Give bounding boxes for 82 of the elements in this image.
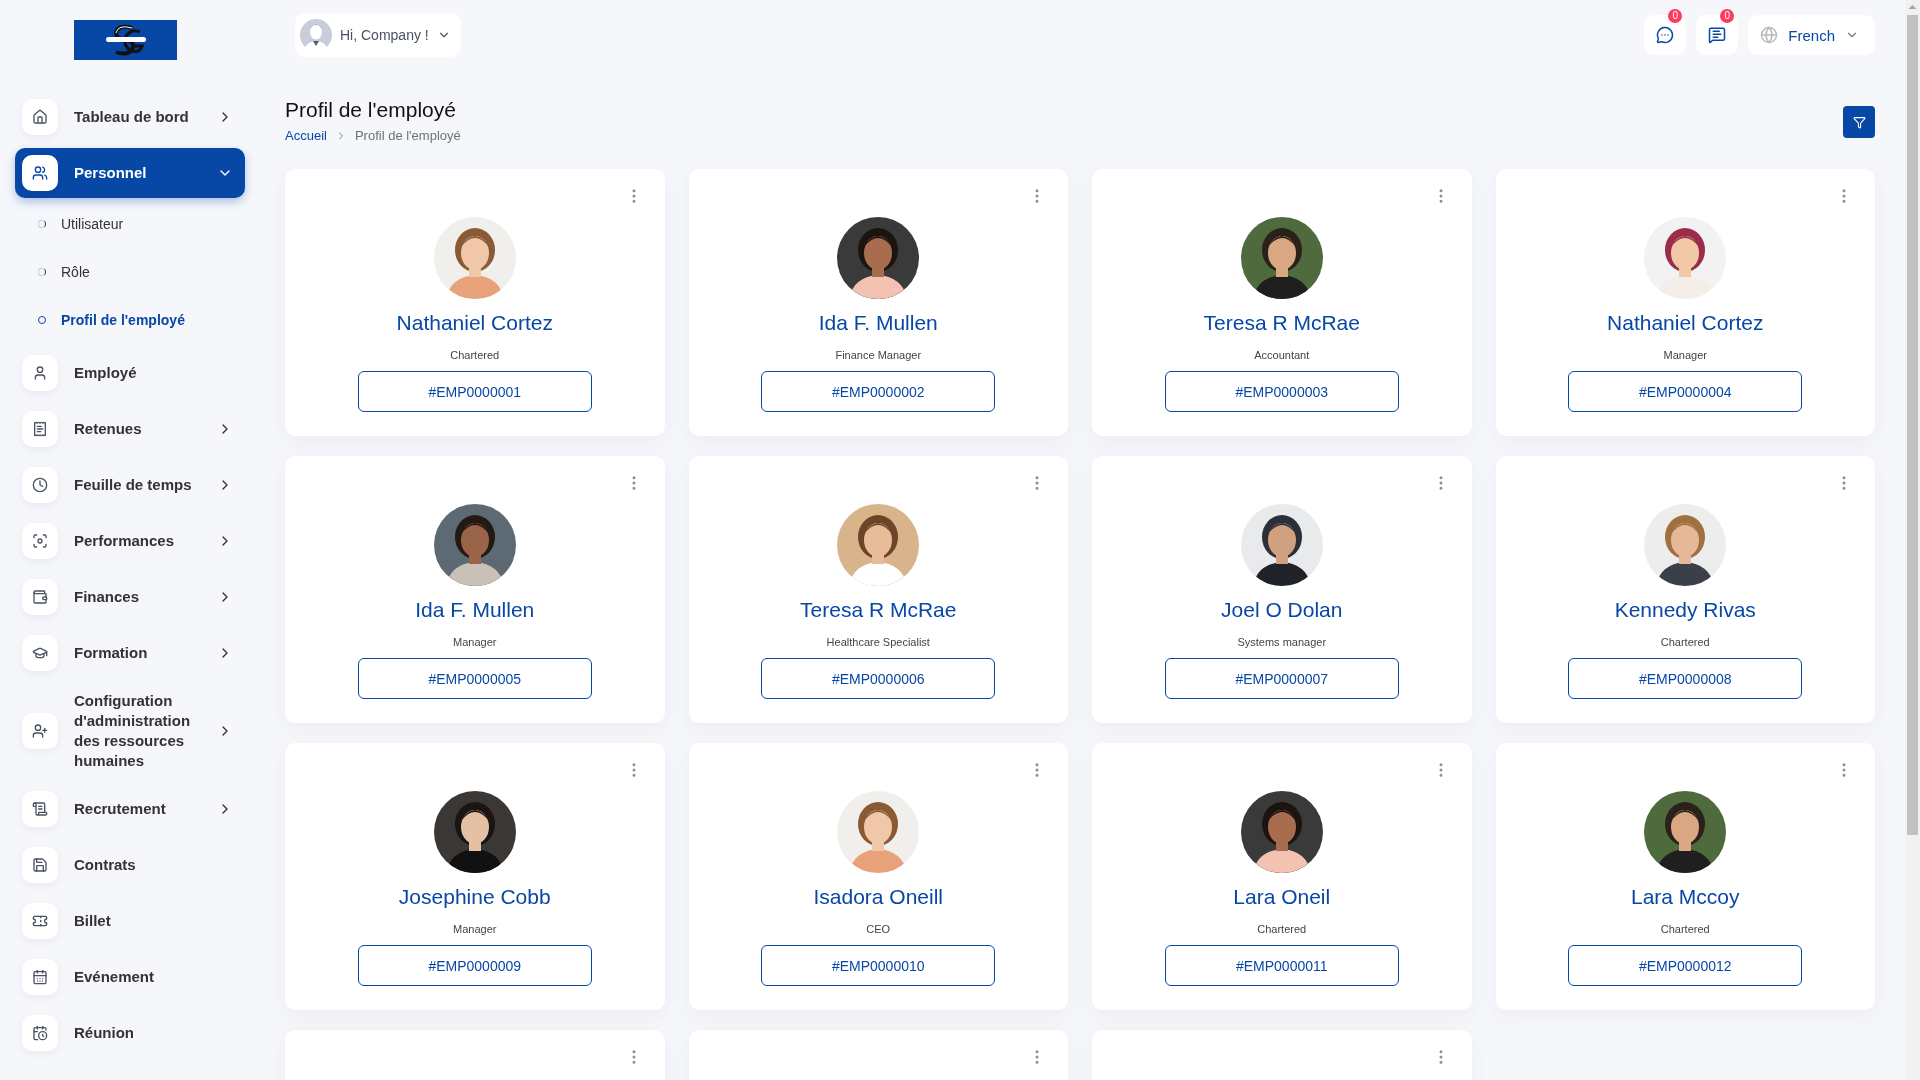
calendar-icon [32,969,48,985]
home-icon [32,109,48,125]
count-badge: 0 [1720,9,1735,23]
users-icon [32,165,48,181]
sidebar-item[interactable]: Réunion [15,1008,245,1058]
employee-id-button[interactable]: #EMP0000008 [1568,658,1803,699]
employee-name: Kennedy Rivas [1614,598,1756,622]
sidebar-item[interactable]: Employé [15,348,245,398]
sidebar-item[interactable]: Billet [15,896,245,946]
scroll-thumb[interactable] [1907,15,1918,835]
page-title: Profil de l'employé [285,98,457,122]
employee-role: Healthcare Specialist [826,636,930,648]
sidebar-item[interactable]: Recrutement [15,784,245,834]
scrollbar[interactable] [1905,0,1920,1080]
employee-name: Lara Oneil [1233,885,1331,909]
sidebar-item[interactable]: Tableau de bord [15,92,245,142]
employee-name: Lara Mccoy [1630,885,1740,909]
employee-id-button[interactable]: #EMP0000004 [1568,371,1803,412]
employee-id-button[interactable]: #EMP0000001 [357,371,592,412]
employee-name: Ida F. Mullen [415,598,535,622]
employee-id-button[interactable]: #EMP0000009 [357,945,592,986]
employee-role: Chartered [450,349,500,361]
wallet-icon [32,589,48,605]
submenu-item[interactable]: Utilisateur [15,204,245,244]
employee-name: Teresa R McRae [800,598,957,622]
employee-id-button[interactable]: #EMP0000006 [761,658,996,699]
employee-role: CEO [866,923,891,935]
employee-id-button[interactable]: #EMP0000011 [1164,945,1399,986]
employee-role: Finance Manager [835,349,922,361]
employee-role: Chartered [1660,636,1710,648]
receipt-icon [32,421,48,437]
calendar-clock-icon [32,1025,48,1041]
employee-role: Accountant [1254,349,1310,361]
save-icon [32,857,48,873]
employee-role: Manager [453,923,497,935]
user-icon [32,365,48,381]
chat-icon [1656,26,1675,44]
employee-id-button[interactable]: #EMP0000007 [1164,658,1399,699]
employee-id-button[interactable]: #EMP0000003 [1164,371,1399,412]
employee-role: Manager [453,636,497,648]
graduation-cap-icon [32,645,48,661]
breadcrumb-link[interactable]: Accueil [285,128,327,143]
sidebar-item[interactable]: Finances [15,572,245,622]
sidebar-item[interactable]: Evénement [15,952,245,1002]
sidebar-item[interactable]: Personnel [15,148,245,198]
employee-name: Teresa R McRae [1203,311,1360,335]
ticket-icon [32,913,48,929]
user-plus-icon [32,723,48,739]
sidebar-item[interactable]: Formation [15,628,245,678]
count-badge: 0 [1668,9,1683,23]
scroll-icon [32,801,48,817]
employee-name: Josephine Cobb [398,885,551,909]
submenu-item[interactable]: Profil de l'employé [15,300,245,340]
employee-name: Joel O Dolan [1221,598,1343,622]
employee-id-button[interactable]: #EMP0000005 [357,658,592,699]
employee-role: Manager [1663,349,1707,361]
employee-name: Isadora Oneill [813,885,944,909]
globe-icon [1760,26,1779,44]
sidebar-item[interactable]: Performances [15,516,245,566]
employee-role: Chartered [1257,923,1307,935]
sidebar-item[interactable]: Contrats [15,840,245,890]
filter-button[interactable] [1843,106,1875,138]
employee-id-button[interactable]: #EMP0000002 [761,371,996,412]
focus-icon [32,533,48,549]
employee-id-button[interactable]: #EMP0000012 [1568,945,1803,986]
clock-icon [32,477,48,493]
employee-role: Chartered [1660,923,1710,935]
employee-name: Ida F. Mullen [818,311,938,335]
sidebar-item[interactable]: Retenues [15,404,245,454]
submenu-item[interactable]: Rôle [15,252,245,292]
user-avatar [300,19,332,51]
employee-id-button[interactable]: #EMP0000010 [761,945,996,986]
filter-icon [1852,115,1866,129]
message-icon [1708,26,1727,44]
language-select[interactable]: French [1748,15,1875,55]
employee-name: Nathaniel Cortez [1607,311,1764,335]
employee-role: Systems manager [1237,636,1327,648]
breadcrumb-current: Profil de l'employé [354,128,461,143]
user-menu[interactable]: Hi, Company ! [295,13,461,57]
sidebar-item[interactable]: Feuille de temps [15,460,245,510]
sidebar-item[interactable]: Configuration d'administration des ressources humaines [15,684,245,778]
employee-name: Nathaniel Cortez [396,311,553,335]
